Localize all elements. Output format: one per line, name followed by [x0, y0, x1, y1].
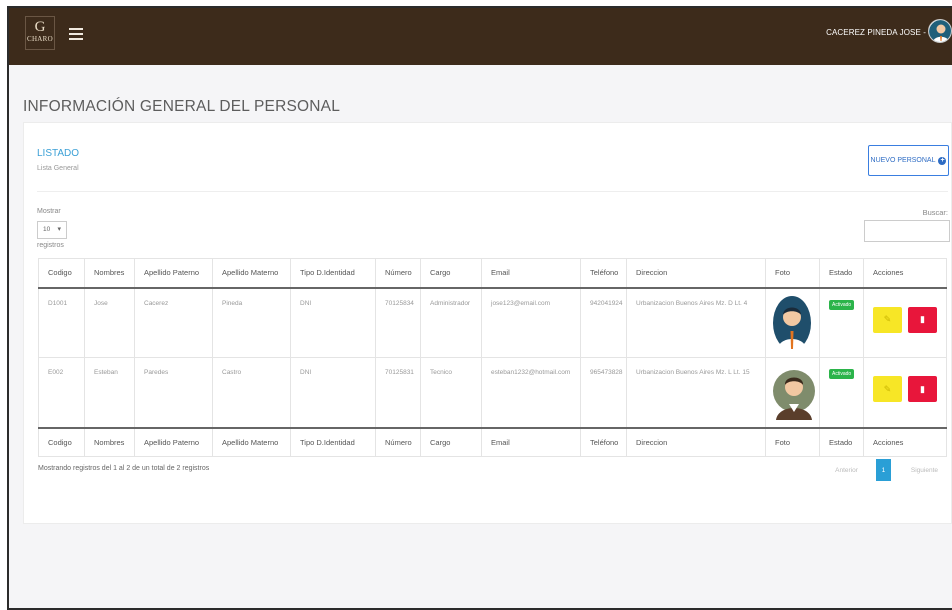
foot-nombres: Nombres: [84, 426, 135, 457]
cell-telefono: 965473828: [580, 357, 627, 428]
cell-telefono: 942041924: [580, 287, 627, 358]
col-apellido-paterno[interactable]: Apellido Paterno: [134, 258, 213, 289]
edit-icon: ✎: [883, 383, 892, 394]
delete-button[interactable]: ▮: [908, 376, 937, 402]
male-avatar-icon: [773, 295, 811, 351]
col-telefono[interactable]: Teléfono: [580, 258, 627, 289]
cell-codigo: D1001: [38, 287, 85, 358]
user-menu-name[interactable]: CACEREZ PINEDA JOSE -: [826, 28, 926, 37]
cell-direccion: Urbanizacion Buenos Aires Mz. D Lt. 4: [626, 287, 766, 358]
col-codigo[interactable]: Codigo: [38, 258, 85, 289]
col-email[interactable]: Email: [481, 258, 581, 289]
logo-wordmark: CHARO: [26, 35, 53, 43]
table-row: E002 Esteban Paredes Castro DNI 70125831…: [38, 357, 947, 428]
cell-codigo: E002: [38, 357, 85, 428]
foot-foto: Foto: [765, 426, 820, 457]
col-cargo[interactable]: Cargo: [420, 258, 482, 289]
records-label: registros: [37, 242, 64, 249]
status-badge: Activado: [829, 299, 855, 310]
col-tipo-identidad[interactable]: Tipo D.Identidad: [290, 258, 376, 289]
logo-monogram: G: [34, 19, 46, 35]
cell-estado: Activado: [819, 357, 864, 428]
cell-apellido-paterno: Cacerez: [134, 287, 213, 358]
foot-apellido-paterno: Apellido Paterno: [134, 426, 213, 457]
page-title: INFORMACIÓN GENERAL DEL PERSONAL: [23, 98, 341, 115]
cell-foto: [765, 287, 820, 358]
pagination-next[interactable]: Siguiente: [911, 467, 938, 474]
col-apellido-materno[interactable]: Apellido Materno: [212, 258, 291, 289]
col-estado[interactable]: Estado: [819, 258, 864, 289]
cell-nombres: Esteban: [84, 357, 135, 428]
delete-button[interactable]: ▮: [908, 306, 937, 333]
cell-direccion: Urbanizacion Buenos Aires Mz. L Lt. 15: [626, 357, 766, 428]
cell-email: esteban1232@hotmail.com: [481, 357, 581, 428]
cell-apellido-paterno: Paredes: [134, 357, 213, 428]
cell-email: jose123@email.com: [481, 287, 581, 358]
personnel-card: LISTADO Lista General NUEVO PERSONAL + M…: [23, 122, 952, 524]
edit-icon: ✎: [883, 314, 892, 324]
foot-direccion: Direccion: [626, 426, 766, 457]
table-info: Mostrando registros del 1 al 2 de un tot…: [38, 465, 210, 472]
search-label: Buscar:: [922, 208, 948, 217]
foot-cargo: Cargo: [420, 426, 482, 457]
chevron-down-icon: ▾: [57, 226, 61, 233]
search-input[interactable]: [864, 220, 950, 242]
personnel-table: Codigo Nombres Apellido Paterno Apellido…: [38, 258, 947, 457]
foot-estado: Estado: [819, 426, 864, 457]
cell-nombres: Jose: [84, 287, 135, 358]
pagination-page-1[interactable]: 1: [875, 459, 891, 481]
app-frame: G CHARO CACEREZ PINEDA JOSE - INFORMACIÓ…: [7, 6, 952, 610]
hamburger-icon[interactable]: [69, 28, 83, 40]
page-length-select[interactable]: 10 ▾: [37, 221, 67, 239]
table-header-row: Codigo Nombres Apellido Paterno Apellido…: [38, 258, 947, 289]
status-badge: Activado: [829, 369, 855, 379]
cell-apellido-materno: Pineda: [212, 287, 291, 358]
foot-codigo: Codigo: [38, 426, 85, 457]
top-navbar: G CHARO CACEREZ PINEDA JOSE -: [9, 8, 952, 65]
new-personal-button[interactable]: NUEVO PERSONAL +: [868, 145, 949, 176]
card-subtitle: Lista General: [37, 165, 79, 172]
show-label: Mostrar: [37, 208, 61, 215]
col-numero[interactable]: Número: [375, 258, 421, 289]
foot-numero: Número: [375, 426, 421, 457]
foot-acciones: Acciones: [863, 426, 947, 457]
cell-estado: Activado: [819, 287, 864, 358]
cell-numero: 70125831: [375, 357, 421, 428]
cell-cargo: Administrador: [420, 287, 482, 358]
cell-apellido-materno: Castro: [212, 357, 291, 428]
cell-tipo: DNI: [290, 357, 376, 428]
cell-foto: [765, 357, 820, 428]
foot-apellido-materno: Apellido Materno: [212, 426, 291, 457]
divider: [37, 191, 948, 192]
table-footer-row: Codigo Nombres Apellido Paterno Apellido…: [38, 426, 947, 457]
table-row: D1001 Jose Cacerez Pineda DNI 70125834 A…: [38, 287, 947, 358]
cell-acciones: ✎ ▮: [863, 357, 947, 428]
card-title: LISTADO: [37, 148, 80, 159]
cell-cargo: Tecnico: [420, 357, 482, 428]
foot-email: Email: [481, 426, 581, 457]
foot-telefono: Teléfono: [580, 426, 627, 457]
col-direccion[interactable]: Direccion: [626, 258, 766, 289]
edit-button[interactable]: ✎: [873, 376, 902, 402]
edit-button[interactable]: ✎: [873, 306, 902, 333]
foot-tipo-identidad: Tipo D.Identidad: [290, 426, 376, 457]
col-foto[interactable]: Foto: [765, 258, 820, 289]
trash-icon: ▮: [920, 383, 925, 394]
plus-circle-icon: +: [938, 156, 947, 165]
col-acciones[interactable]: Acciones: [863, 258, 947, 289]
new-personal-label: NUEVO PERSONAL: [870, 157, 936, 164]
cell-numero: 70125834: [375, 287, 421, 358]
cell-tipo: DNI: [290, 287, 376, 358]
user-avatar-icon[interactable]: [928, 19, 952, 43]
pagination: Anterior 1 Siguiente: [835, 459, 938, 481]
trash-icon: ▮: [920, 314, 925, 324]
male-avatar-icon: [773, 370, 815, 420]
col-nombres[interactable]: Nombres: [84, 258, 135, 289]
cell-acciones: ✎ ▮: [863, 287, 947, 358]
pagination-previous[interactable]: Anterior: [835, 467, 858, 474]
page-length-value: 10: [43, 226, 51, 233]
brand-logo[interactable]: G CHARO: [25, 16, 55, 50]
